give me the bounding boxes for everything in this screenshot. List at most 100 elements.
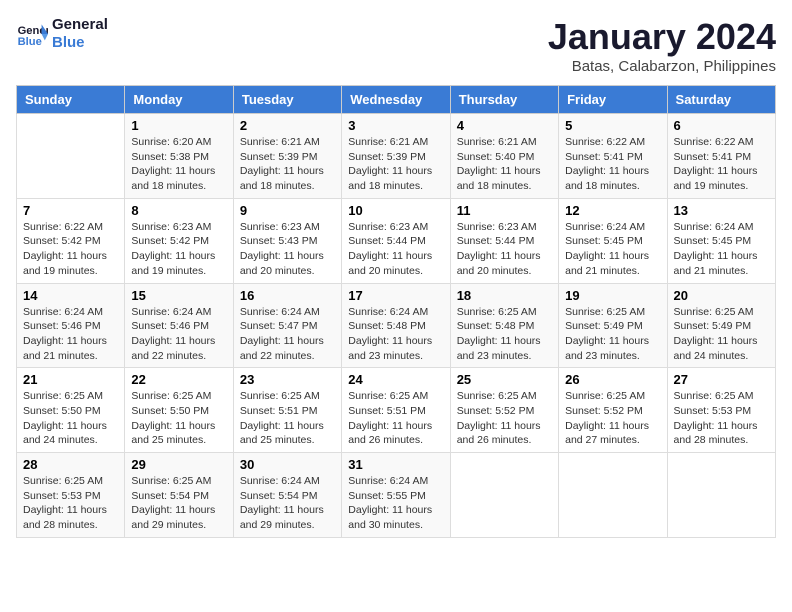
day-info: Sunrise: 6:25 AMSunset: 5:50 PMDaylight:… [131,389,226,448]
week-row-4: 21Sunrise: 6:25 AMSunset: 5:50 PMDayligh… [17,368,776,453]
day-number: 29 [131,457,226,472]
main-title: January 2024 [548,16,776,58]
day-info: Sunrise: 6:25 AMSunset: 5:52 PMDaylight:… [565,389,660,448]
day-info: Sunrise: 6:25 AMSunset: 5:51 PMDaylight:… [348,389,443,448]
cell-4-7: 27Sunrise: 6:25 AMSunset: 5:53 PMDayligh… [667,368,775,453]
calendar-table: SundayMondayTuesdayWednesdayThursdayFrid… [16,85,776,538]
day-number: 15 [131,288,226,303]
cell-1-1 [17,114,125,199]
day-info: Sunrise: 6:25 AMSunset: 5:49 PMDaylight:… [674,305,769,364]
calendar-body: 1Sunrise: 6:20 AMSunset: 5:38 PMDaylight… [17,114,776,538]
day-number: 4 [457,118,552,133]
day-info: Sunrise: 6:23 AMSunset: 5:44 PMDaylight:… [348,220,443,279]
day-number: 26 [565,372,660,387]
cell-3-4: 17 Sunrise: 6:24 AMSunset: 5:48 PMDayligh… [342,283,450,368]
cell-2-6: 12 Sunrise: 6:24 AMSunset: 5:45 PMDayligh… [559,198,667,283]
cell-3-6: 19 Sunrise: 6:25 AMSunset: 5:49 PMDayligh… [559,283,667,368]
cell-1-4: 3 Sunrise: 6:21 AMSunset: 5:39 PMDaylight… [342,114,450,199]
day-info: Sunrise: 6:23 AMSunset: 5:43 PMDaylight:… [240,220,335,279]
cell-5-3: 30Sunrise: 6:24 AMSunset: 5:54 PMDayligh… [233,453,341,538]
day-number: 30 [240,457,335,472]
week-row-5: 28 Sunrise: 6:25 AMSunset: 5:53 PMDayligh… [17,453,776,538]
day-info: Sunrise: 6:24 AMSunset: 5:46 PMDaylight:… [23,305,118,364]
day-info: Sunrise: 6:23 AMSunset: 5:42 PMDaylight:… [131,220,226,279]
header-tuesday: Tuesday [233,86,341,114]
logo: General Blue General Blue [16,16,108,52]
cell-1-3: 2 Sunrise: 6:21 AMSunset: 5:39 PMDaylight… [233,114,341,199]
day-info: Sunrise: 6:21 AMSunset: 5:39 PMDaylight:… [348,135,443,194]
svg-text:Blue: Blue [18,36,42,48]
day-info: Sunrise: 6:24 AMSunset: 5:47 PMDaylight:… [240,305,335,364]
header-wednesday: Wednesday [342,86,450,114]
day-number: 24 [348,372,443,387]
cell-5-4: 31Sunrise: 6:24 AMSunset: 5:55 PMDayligh… [342,453,450,538]
cell-4-3: 23 Sunrise: 6:25 AMSunset: 5:51 PMDayligh… [233,368,341,453]
cell-1-7: 6Sunrise: 6:22 AMSunset: 5:41 PMDaylight… [667,114,775,199]
cell-3-1: 14Sunrise: 6:24 AMSunset: 5:46 PMDayligh… [17,283,125,368]
day-info: Sunrise: 6:22 AMSunset: 5:42 PMDaylight:… [23,220,118,279]
cell-4-6: 26 Sunrise: 6:25 AMSunset: 5:52 PMDayligh… [559,368,667,453]
cell-2-3: 9 Sunrise: 6:23 AMSunset: 5:43 PMDaylight… [233,198,341,283]
cell-4-4: 24 Sunrise: 6:25 AMSunset: 5:51 PMDayligh… [342,368,450,453]
day-info: Sunrise: 6:25 AMSunset: 5:49 PMDaylight:… [565,305,660,364]
day-number: 7 [23,203,118,218]
cell-1-5: 4 Sunrise: 6:21 AMSunset: 5:40 PMDaylight… [450,114,558,199]
week-row-2: 7 Sunrise: 6:22 AMSunset: 5:42 PMDaylight… [17,198,776,283]
day-number: 3 [348,118,443,133]
day-number: 11 [457,203,552,218]
day-info: Sunrise: 6:24 AMSunset: 5:45 PMDaylight:… [565,220,660,279]
day-number: 12 [565,203,660,218]
day-info: Sunrise: 6:21 AMSunset: 5:39 PMDaylight:… [240,135,335,194]
day-number: 27 [674,372,769,387]
title-block: January 2024 Batas, Calabarzon, Philippi… [548,16,776,75]
cell-5-6 [559,453,667,538]
day-number: 1 [131,118,226,133]
logo-general: General [52,16,108,34]
day-info: Sunrise: 6:25 AMSunset: 5:50 PMDaylight:… [23,389,118,448]
day-number: 28 [23,457,118,472]
cell-4-1: 21Sunrise: 6:25 AMSunset: 5:50 PMDayligh… [17,368,125,453]
cell-5-1: 28 Sunrise: 6:25 AMSunset: 5:53 PMDayligh… [17,453,125,538]
cell-4-5: 25Sunrise: 6:25 AMSunset: 5:52 PMDayligh… [450,368,558,453]
day-number: 20 [674,288,769,303]
day-info: Sunrise: 6:24 AMSunset: 5:46 PMDaylight:… [131,305,226,364]
calendar-header-row: SundayMondayTuesdayWednesdayThursdayFrid… [17,86,776,114]
cell-2-1: 7 Sunrise: 6:22 AMSunset: 5:42 PMDaylight… [17,198,125,283]
day-number: 2 [240,118,335,133]
day-number: 10 [348,203,443,218]
day-info: Sunrise: 6:25 AMSunset: 5:53 PMDaylight:… [23,474,118,533]
day-info: Sunrise: 6:25 AMSunset: 5:51 PMDaylight:… [240,389,335,448]
day-info: Sunrise: 6:25 AMSunset: 5:54 PMDaylight:… [131,474,226,533]
cell-3-3: 16 Sunrise: 6:24 AMSunset: 5:47 PMDayligh… [233,283,341,368]
logo-blue: Blue [52,34,108,52]
page-header: General Blue General Blue January 2024 B… [16,16,776,75]
cell-2-5: 11 Sunrise: 6:23 AMSunset: 5:44 PMDayligh… [450,198,558,283]
day-number: 22 [131,372,226,387]
day-number: 19 [565,288,660,303]
day-info: Sunrise: 6:25 AMSunset: 5:48 PMDaylight:… [457,305,552,364]
cell-2-7: 13Sunrise: 6:24 AMSunset: 5:45 PMDayligh… [667,198,775,283]
day-number: 17 [348,288,443,303]
cell-3-2: 15 Sunrise: 6:24 AMSunset: 5:46 PMDayligh… [125,283,233,368]
header-thursday: Thursday [450,86,558,114]
header-saturday: Saturday [667,86,775,114]
day-info: Sunrise: 6:24 AMSunset: 5:48 PMDaylight:… [348,305,443,364]
day-number: 9 [240,203,335,218]
cell-1-2: 1Sunrise: 6:20 AMSunset: 5:38 PMDaylight… [125,114,233,199]
day-info: Sunrise: 6:21 AMSunset: 5:40 PMDaylight:… [457,135,552,194]
day-info: Sunrise: 6:23 AMSunset: 5:44 PMDaylight:… [457,220,552,279]
day-number: 16 [240,288,335,303]
logo-icon: General Blue [16,18,48,50]
week-row-1: 1Sunrise: 6:20 AMSunset: 5:38 PMDaylight… [17,114,776,199]
week-row-3: 14Sunrise: 6:24 AMSunset: 5:46 PMDayligh… [17,283,776,368]
day-number: 25 [457,372,552,387]
day-number: 18 [457,288,552,303]
cell-3-5: 18 Sunrise: 6:25 AMSunset: 5:48 PMDayligh… [450,283,558,368]
day-number: 23 [240,372,335,387]
cell-2-2: 8Sunrise: 6:23 AMSunset: 5:42 PMDaylight… [125,198,233,283]
header-sunday: Sunday [17,86,125,114]
header-friday: Friday [559,86,667,114]
subtitle: Batas, Calabarzon, Philippines [548,58,776,75]
cell-2-4: 10 Sunrise: 6:23 AMSunset: 5:44 PMDayligh… [342,198,450,283]
cell-5-7 [667,453,775,538]
